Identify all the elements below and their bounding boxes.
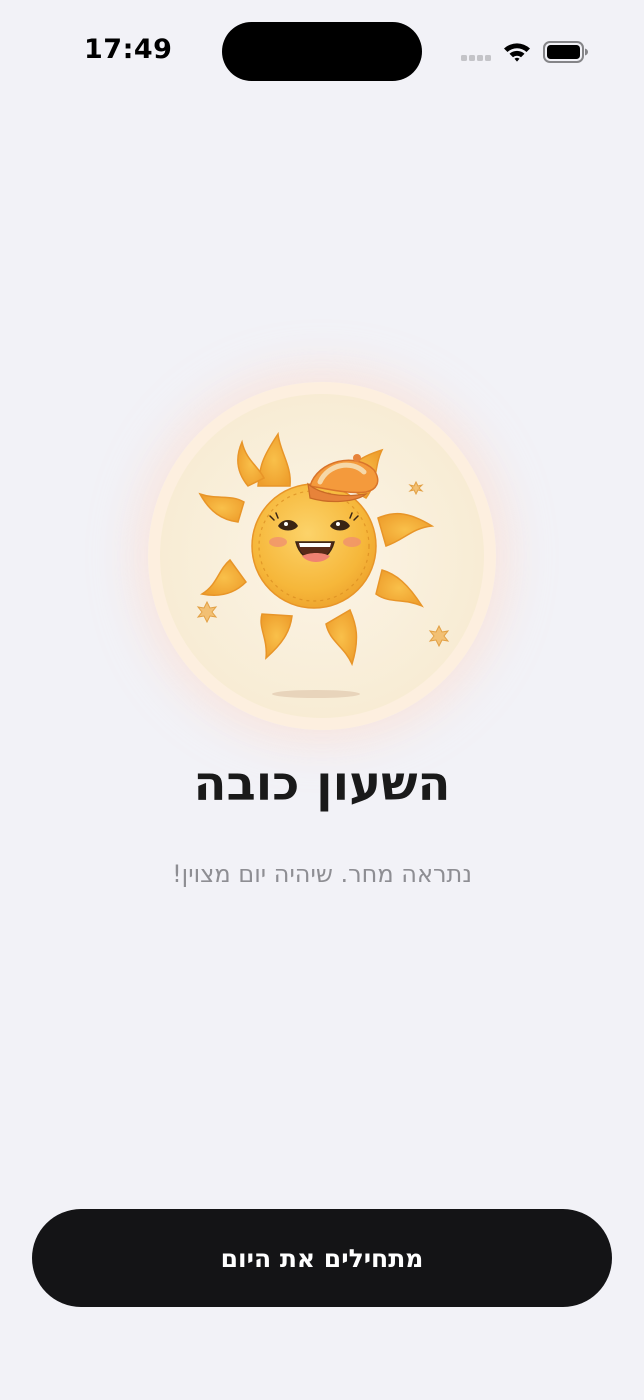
sun-mascot-illustration [148,382,496,730]
page-title: השעון כובה [193,756,451,812]
status-time: 17:49 [84,34,173,65]
sun-mascot-icon [196,431,450,698]
page-subtitle: נתראה מחר. שיהיה יום מצוין! [172,860,472,888]
battery-icon [543,41,589,63]
signal-icon [461,55,493,63]
dynamic-island [222,22,422,81]
status-bar: 17:49 [0,0,644,104]
wifi-icon [503,40,531,64]
start-day-button[interactable]: מתחילים את היום [32,1209,612,1307]
